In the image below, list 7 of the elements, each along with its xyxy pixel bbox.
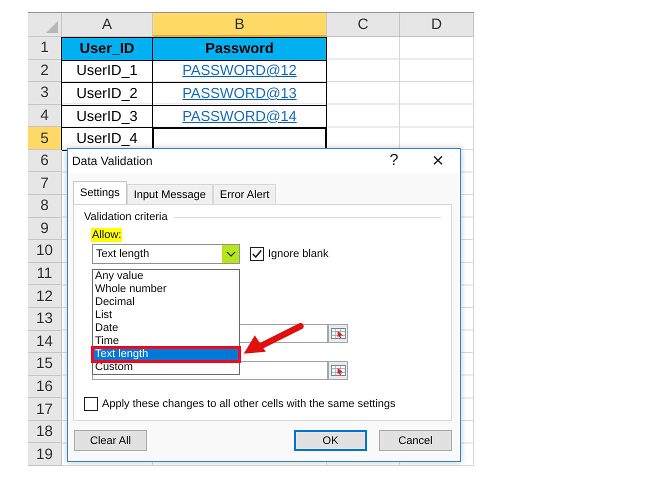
field-label: Allow: <box>91 228 122 242</box>
window-title: Data Validation <box>72 154 154 168</box>
table-cell: User_ID <box>61 37 153 61</box>
table-cell: Password <box>152 37 327 61</box>
checkbox-label: Ignore blank <box>268 248 329 260</box>
group-title: Validation criteria <box>84 211 168 223</box>
checkbox-label: Apply these changes to all other cells with the same settings <box>102 398 396 410</box>
